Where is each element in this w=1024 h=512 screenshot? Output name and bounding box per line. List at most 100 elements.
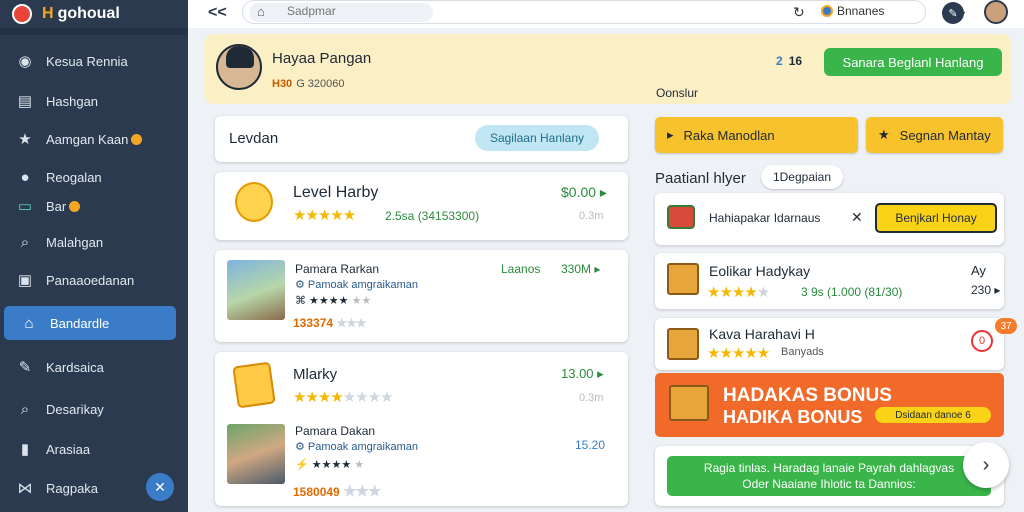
sidebar-item-label: Hashgan	[46, 93, 99, 109]
star-icon: ★	[878, 127, 890, 142]
action-button-2[interactable]: ★ Segnan Mantay	[866, 117, 1003, 153]
brand[interactable]: H gohoual	[0, 0, 188, 28]
item-thumbnail	[227, 260, 285, 320]
profile-avatar[interactable]	[216, 44, 262, 90]
globe-icon: ◉	[18, 53, 32, 70]
refresh-icon[interactable]: ↻	[793, 4, 805, 21]
wrench-icon: ✕	[154, 478, 166, 495]
card-icon: ▭	[17, 198, 33, 215]
action-button-2-label: Segnan Mantay	[899, 127, 991, 143]
edit-button[interactable]: ✎	[942, 2, 964, 24]
chest-icon	[669, 385, 709, 421]
rating-stars: ★★★★★	[707, 345, 770, 362]
sidebar-item-kesua-rennia[interactable]: ◉ Kesua Rennia	[0, 44, 188, 78]
reward-amount: Ay	[971, 263, 986, 278]
lock-icon: ▮	[20, 441, 30, 458]
profile-action-button[interactable]: Sanara Beglanl Hanlang	[824, 48, 1002, 76]
sidebar-item-desarikay[interactable]: ⌕ Desarikay	[0, 392, 188, 426]
user-avatar[interactable]	[984, 0, 1008, 24]
item-score: 1580049 ★★★	[293, 483, 381, 500]
level-card-price: $0.00 ▸	[561, 184, 607, 200]
region-label: Bnnanes	[837, 4, 885, 18]
brand-mark: H	[42, 5, 54, 22]
lightning-icon: ⚡ ★★★★ ★	[295, 459, 365, 471]
sidebar-item-label: Kesua Rennia	[46, 53, 128, 69]
level-header-card: Levdan Sagilaan Hanlany	[215, 116, 628, 162]
sidebar-item-label: Panaaoedanan	[46, 272, 135, 288]
sidebar-item-kardsaica[interactable]: ✎ Kardsaica	[0, 350, 188, 384]
sidebar-item-label: Bandardle	[50, 315, 110, 331]
search-icon: ⌕	[20, 233, 30, 251]
profile-stats: 2 16	[776, 54, 802, 68]
reward-count: 230 ▸	[971, 283, 1001, 297]
pen-icon: ✎	[18, 359, 32, 376]
settings-fab-button[interactable]: ✕	[146, 473, 174, 501]
item-price: 15.20	[575, 438, 606, 452]
rating-stars: ★★★★★	[293, 207, 356, 224]
reward-row[interactable]: Hahiapakar Idarnaus ✕ Benjkarl Honay	[655, 193, 1004, 245]
sidebar-item-hashgan[interactable]: ▤ Hashgan	[0, 84, 188, 118]
market-price: 13.00 ▸	[561, 366, 604, 381]
level-badge-icon	[235, 182, 273, 222]
level-card-title: Level Harby	[293, 184, 379, 201]
market-bag-icon	[232, 361, 276, 409]
sidebar-item-label: Aamgan Kaan	[46, 131, 129, 147]
back-button[interactable]: <<	[208, 4, 227, 22]
chest-icon	[667, 263, 699, 295]
list-icon: ▤	[17, 93, 33, 110]
level-header-title: Levdan	[229, 130, 279, 147]
search-input[interactable]	[287, 4, 427, 18]
item-thumbnail	[227, 424, 285, 484]
bonus-subtitle: HADIKA BONUS	[723, 407, 863, 427]
level-card[interactable]: Level Harby ★★★★★ 2.5sa (34153300) $0.00…	[215, 172, 628, 240]
top-bar: << ⌂ ↻ Bnnanes ⌄ ✎	[188, 0, 1024, 28]
item-score: 133374 ★★★	[293, 316, 367, 330]
market-card[interactable]: Mlarky ★★★★★★★★ 13.00 ▸ 0.3m Pamara Daka…	[215, 352, 628, 506]
bonus-banner[interactable]: HADAKAS BONUS HADIKA BONUS Dsidaan danoe…	[655, 373, 1004, 437]
reward-row[interactable]: Eolikar Hadykay ★★★★★ 3 9s (1.000 (81/30…	[655, 253, 1004, 309]
item-badge: Laanos	[501, 262, 541, 276]
promo-line-1: Ragia tinlas. Haradag lanaie Payrah dahl…	[703, 461, 955, 475]
stat-b: 16	[788, 54, 803, 68]
sidebar-item-label: Ragpaka	[46, 480, 99, 496]
sidebar-item-bandardle[interactable]: ⌂ Bandardle	[4, 306, 176, 340]
star-icon: ★	[18, 131, 32, 148]
action-button-1[interactable]: ▸ Raka Manodlan	[655, 117, 858, 153]
sidebar-item-label: Kardsaica	[46, 359, 104, 375]
market-sub: 0.3m	[579, 392, 604, 404]
next-button[interactable]: ›	[963, 442, 1009, 488]
link-icon: ⌘ ★★★★ ★★	[295, 295, 372, 307]
section-label: Oonslur	[656, 86, 699, 100]
reward-meta: 3 9s (1.000 (81/30)	[801, 285, 903, 299]
sidebar-item-label: Desarikay	[46, 401, 104, 417]
sidebar-item-arasiaa[interactable]: ▮ Arasiaa	[0, 432, 188, 466]
region-selector[interactable]: Bnnanes	[821, 4, 884, 18]
sidebar-divider	[0, 28, 188, 35]
reward-row[interactable]: Kava Harahavi H ★★★★★ Banyads 0 37	[655, 318, 1017, 370]
reward-meta: Banyads	[781, 346, 824, 358]
section-filter-chip[interactable]: 1Degpaian	[761, 165, 843, 189]
sidebar-item-bar[interactable]: ▭ Bar	[0, 189, 188, 223]
window-icon: ▣	[17, 272, 33, 289]
bonus-title: HADAKAS BONUS	[723, 385, 892, 406]
sidebar-item-panaaoedanan[interactable]: ▣ Panaaoedanan	[0, 263, 188, 297]
sidebar-item-aamgan-kaan[interactable]: ★ Aamgan Kaan	[0, 122, 188, 156]
globe-icon	[821, 5, 833, 17]
profile-level: H30	[272, 78, 293, 90]
notification-icon[interactable]: 0	[971, 330, 993, 352]
level-header-button[interactable]: Sagilaan Hanlany	[475, 125, 599, 151]
chevron-right-icon: ›	[982, 453, 990, 476]
reward-title: Eolikar Hadykay	[709, 263, 811, 279]
list-item[interactable]: Pamara Rarkan ⚙ Pamoak amgraikaman ⌘ ★★★…	[215, 250, 628, 342]
sidebar-item-malahgan[interactable]: ⌕ Malahgan	[0, 225, 188, 259]
profile-subtitle: H30 G 320060	[272, 78, 345, 90]
claim-button[interactable]: Benjkarl Honay	[875, 203, 997, 233]
bonus-pill[interactable]: Dsidaan danoe 6	[875, 407, 991, 423]
pen-icon: ✎	[948, 7, 958, 20]
promo-card[interactable]: Ragia tinlas. Haradag lanaie Payrah dahl…	[655, 446, 1004, 506]
action-button-1-label: Raka Manodlan	[683, 127, 775, 143]
tools-icon: ✕	[851, 209, 863, 225]
level-card-meta: 2.5sa (34153300)	[385, 209, 480, 223]
item-subtitle: ⚙ Pamoak amgraikaman	[295, 441, 418, 453]
tag-icon: ▸	[667, 127, 674, 142]
